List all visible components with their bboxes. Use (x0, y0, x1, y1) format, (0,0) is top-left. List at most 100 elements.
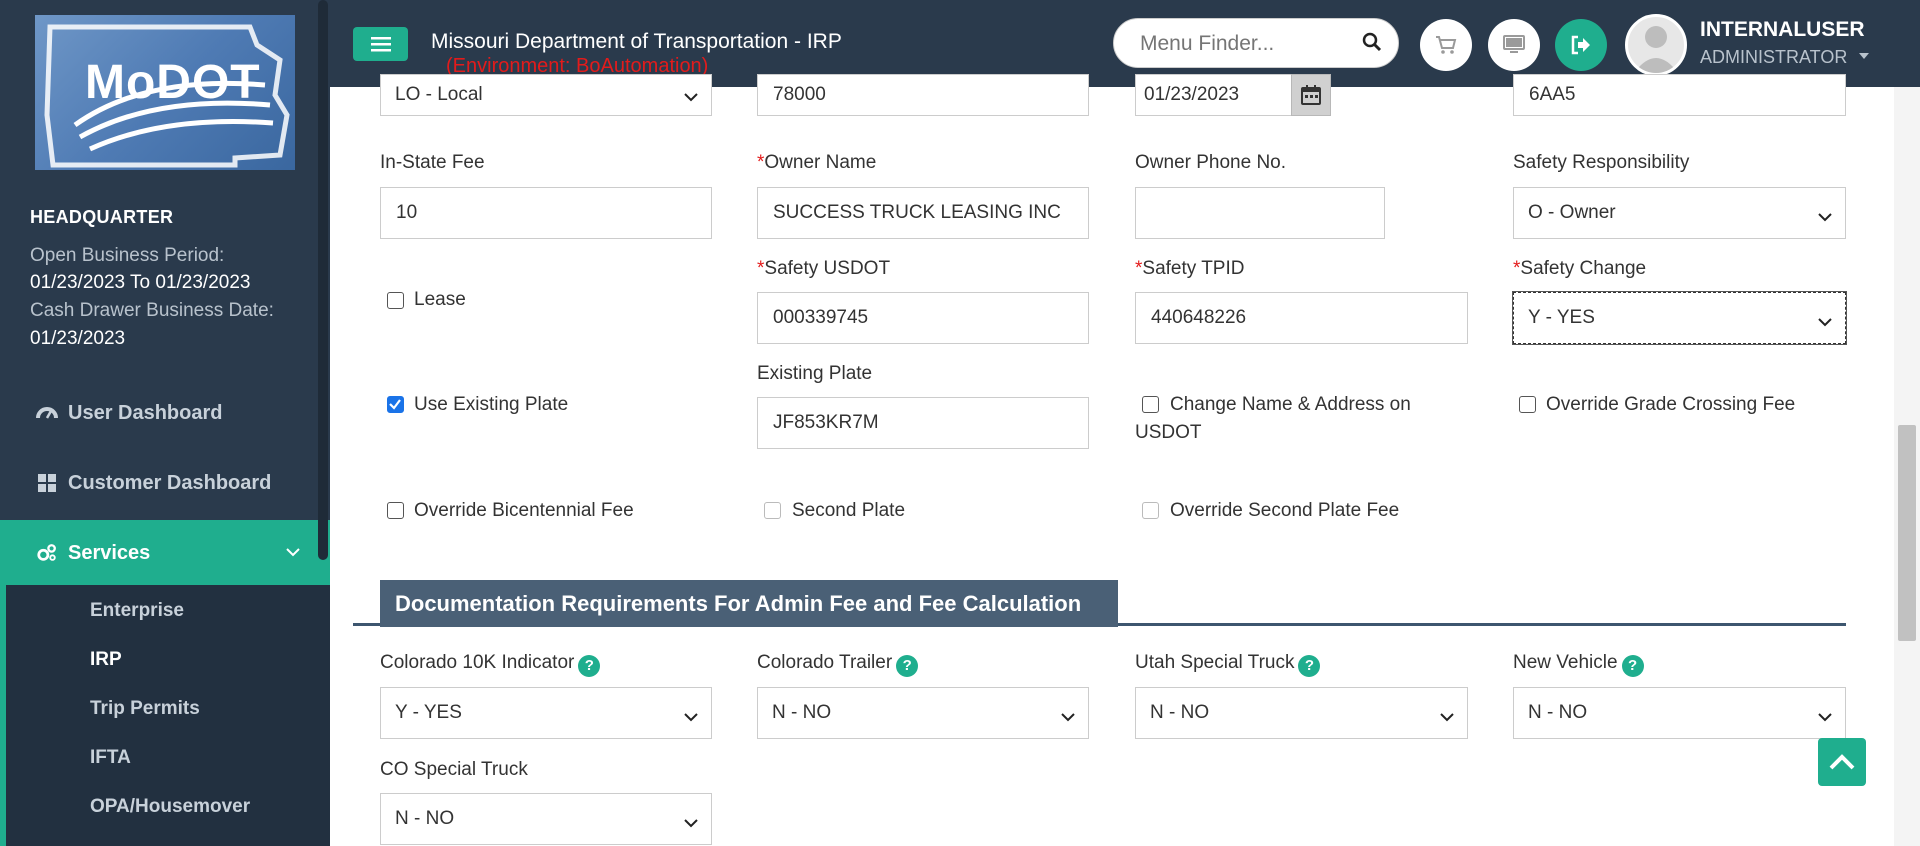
change-name-address-checkbox[interactable] (1142, 396, 1159, 413)
code-field[interactable]: 6AA5 (1513, 74, 1846, 116)
calendar-button[interactable] (1291, 74, 1331, 116)
sidebar: MoDOT HEADQUARTER Open Business Period: … (0, 0, 330, 846)
dashboard-gauge-icon (36, 402, 58, 424)
help-icon[interactable]: ? (1298, 654, 1321, 677)
check-icon (389, 399, 401, 410)
utah-special-truck-select[interactable]: N - NO (1135, 687, 1468, 739)
nav-customer-dashboard[interactable]: Customer Dashboard (0, 452, 330, 514)
in-state-fee-label: In-State Fee (380, 152, 485, 173)
services-submenu: Enterprise IRP Trip Permits IFTA OPA/Hou… (0, 585, 330, 846)
sidebar-item-enterprise[interactable]: Enterprise (90, 600, 184, 622)
avatar[interactable] (1625, 14, 1687, 76)
help-icon[interactable]: ? (578, 654, 601, 677)
sidebar-scrollbar[interactable] (318, 0, 328, 560)
owner-phone-field[interactable] (1135, 187, 1385, 239)
cart-button[interactable] (1420, 19, 1472, 71)
calendar-icon (1301, 85, 1321, 105)
safety-change-select[interactable]: Y - YES (1512, 291, 1847, 345)
sidebar-item-trip-permits[interactable]: Trip Permits (90, 698, 200, 720)
sidebar-item-ifta[interactable]: IFTA (90, 747, 131, 769)
menu-toggle-button[interactable] (353, 27, 408, 61)
override-second-plate-checkbox[interactable] (1142, 502, 1159, 519)
colorado-10k-select[interactable]: Y - YES (380, 687, 712, 739)
existing-plate-field[interactable]: JF853KR7M (757, 397, 1089, 449)
menu-finder[interactable] (1113, 18, 1399, 68)
sidebar-item-irp[interactable]: IRP (90, 649, 122, 671)
safety-usdot-field[interactable]: 000339745 (757, 292, 1089, 344)
cash-drawer-label: Cash Drawer Business Date: (30, 300, 274, 321)
safety-responsibility-select[interactable]: O - Owner (1513, 187, 1846, 239)
nav-user-dashboard[interactable]: User Dashboard (0, 382, 330, 444)
date-field[interactable]: 01/23/2023 (1135, 74, 1293, 116)
colorado-trailer-label: Colorado Trailer? (757, 652, 919, 677)
open-business-label: Open Business Period: (30, 245, 225, 266)
office-name: HEADQUARTER (30, 207, 174, 227)
amount-field[interactable]: 78000 (757, 74, 1089, 116)
logo-text: MoDOT (85, 56, 261, 109)
cart-icon (1436, 36, 1457, 54)
user-name[interactable]: INTERNALUSER (1700, 18, 1865, 42)
user-role[interactable]: ADMINISTRATOR (1700, 47, 1847, 68)
utah-special-truck-label: Utah Special Truck? (1135, 652, 1321, 677)
page-scrollbar-thumb[interactable] (1898, 425, 1916, 641)
nav-services-label: Services (68, 541, 151, 564)
change-name-address-label-2: USDOT (1135, 422, 1202, 443)
override-bicentennial-label: Override Bicentennial Fee (414, 500, 634, 521)
modot-logo: MoDOT (35, 15, 295, 170)
nav-services[interactable]: Services (0, 520, 330, 586)
new-vehicle-select[interactable]: N - NO (1513, 687, 1846, 739)
sign-out-icon (1571, 35, 1590, 55)
search-icon[interactable] (1362, 32, 1382, 57)
user-menu-caret-icon[interactable] (1858, 48, 1870, 63)
second-plate-checkbox[interactable] (764, 502, 781, 519)
co-special-truck-select[interactable]: N - NO (380, 793, 712, 845)
safety-change-label: *Safety Change (1513, 258, 1647, 279)
gears-icon (36, 542, 58, 564)
chevron-down-icon (684, 812, 698, 834)
sidebar-item-opa-housemover[interactable]: OPA/Housemover (90, 796, 250, 818)
owner-name-label: *Owner Name (757, 152, 877, 173)
second-plate-label: Second Plate (792, 500, 906, 521)
override-bicentennial-checkbox[interactable] (387, 502, 404, 519)
logout-button[interactable] (1555, 19, 1607, 71)
safety-usdot-label: *Safety USDOT (757, 258, 891, 279)
section-title: Documentation Requirements For Admin Fee… (380, 580, 1118, 627)
in-state-fee-field[interactable]: 10 (380, 187, 712, 239)
chevron-down-icon (1061, 706, 1075, 728)
owner-phone-label: Owner Phone No. (1135, 152, 1287, 173)
chevron-down-icon (684, 706, 698, 728)
desktop-button[interactable] (1488, 19, 1540, 71)
chevron-down-icon (1440, 706, 1454, 728)
scroll-to-top-button[interactable] (1818, 738, 1866, 786)
colorado-10k-label: Colorado 10K Indicator? (380, 652, 601, 677)
desktop-icon (1503, 35, 1525, 53)
main-content: LO - Local 78000 01/23/2023 6AA5 In-Stat… (353, 74, 1890, 846)
chevron-down-icon (286, 544, 300, 562)
safety-tpid-label: *Safety TPID (1135, 258, 1245, 279)
chevron-down-icon (1818, 706, 1832, 728)
new-vehicle-label: New Vehicle? (1513, 652, 1644, 677)
chevron-down-icon (684, 86, 698, 108)
hamburger-icon (370, 37, 391, 52)
help-icon[interactable]: ? (896, 654, 919, 677)
grid-icon (36, 472, 58, 494)
chevron-down-icon (1818, 206, 1832, 228)
menu-finder-input[interactable] (1140, 31, 1360, 57)
chevron-up-icon (1829, 754, 1855, 770)
open-business-value: 01/23/2023 To 01/23/2023 (30, 272, 251, 293)
cash-drawer-value: 01/23/2023 (30, 328, 126, 349)
existing-plate-label: Existing Plate (757, 363, 873, 384)
use-existing-plate-checkbox[interactable] (387, 396, 404, 413)
use-existing-plate-label: Use Existing Plate (414, 394, 569, 415)
change-name-address-label: Change Name & Address on (1170, 394, 1411, 415)
colorado-trailer-select[interactable]: N - NO (757, 687, 1089, 739)
safety-tpid-field[interactable]: 440648226 (1135, 292, 1468, 344)
app-title: Missouri Department of Transportation - … (431, 30, 842, 53)
override-grade-crossing-checkbox[interactable] (1519, 396, 1536, 413)
lease-checkbox[interactable] (387, 292, 404, 309)
type-select[interactable]: LO - Local (380, 74, 712, 116)
owner-name-field[interactable]: SUCCESS TRUCK LEASING INC (757, 187, 1089, 239)
override-second-plate-label: Override Second Plate Fee (1170, 500, 1400, 521)
lease-label: Lease (414, 289, 466, 310)
help-icon[interactable]: ? (1621, 654, 1644, 677)
